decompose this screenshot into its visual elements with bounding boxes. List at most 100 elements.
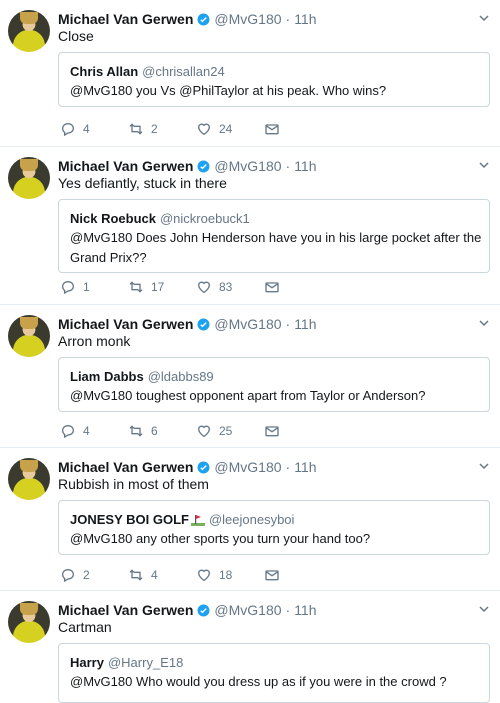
quoted-author-handle: @chrisallan24 xyxy=(142,64,225,79)
like-button[interactable]: 18 xyxy=(196,567,264,583)
tweet-text: Cartman xyxy=(58,619,112,635)
quoted-author-name: Liam Dabbs xyxy=(70,369,144,384)
direct-message-button[interactable] xyxy=(264,567,280,583)
like-button[interactable]: 24 xyxy=(196,121,264,137)
author-name[interactable]: Michael Van Gerwen xyxy=(58,602,193,618)
quoted-tweet[interactable]: Liam Dabbs @ldabbs89 @MvG180 toughest opp… xyxy=(58,357,490,412)
quoted-author-name: JONESY BOI GOLF xyxy=(70,512,189,527)
avatar[interactable] xyxy=(8,157,50,199)
like-icon xyxy=(197,425,211,438)
chevron-down-icon[interactable] xyxy=(478,317,490,329)
avatar[interactable] xyxy=(8,601,50,643)
like-icon xyxy=(197,123,211,136)
author-name[interactable]: Michael Van Gerwen xyxy=(58,158,193,174)
reply-button[interactable]: 2 xyxy=(60,567,128,583)
timestamp[interactable]: 11h xyxy=(294,158,316,174)
retweet-icon xyxy=(129,123,143,135)
reply-button[interactable]: 1 xyxy=(60,279,128,295)
direct-message-button[interactable] xyxy=(264,121,280,137)
quoted-tweet[interactable]: Nick Roebuck @nickroebuck1 @MvG180 Does J… xyxy=(58,199,490,273)
chevron-down-icon[interactable] xyxy=(478,12,490,24)
quoted-tweet-text: @MvG180 toughest opponent apart from Tay… xyxy=(70,388,426,403)
direct-message-button[interactable] xyxy=(264,279,280,295)
reply-icon xyxy=(61,280,75,295)
timestamp[interactable]: 11h xyxy=(294,316,316,332)
author-handle[interactable]: @MvG180 xyxy=(214,316,281,332)
retweet-count: 6 xyxy=(151,424,158,438)
verified-badge-icon xyxy=(197,160,210,172)
verified-badge-icon xyxy=(197,318,210,330)
reply-button[interactable]: 4 xyxy=(60,423,128,439)
avatar[interactable] xyxy=(8,315,50,357)
tweet-text: Yes defiantly, stuck in there xyxy=(58,175,227,191)
like-button[interactable]: 83 xyxy=(196,279,264,295)
reply-count: 4 xyxy=(83,424,90,438)
reply-icon xyxy=(61,122,75,137)
reply-count: 2 xyxy=(83,568,90,582)
author-name[interactable]: Michael Van Gerwen xyxy=(58,11,193,27)
like-count: 18 xyxy=(219,568,233,582)
separator-dot: · xyxy=(285,602,291,618)
timestamp[interactable]: 11h xyxy=(294,11,316,27)
reply-count: 1 xyxy=(83,280,90,294)
quoted-tweet[interactable]: Chris Allan @chrisallan24 @MvG180 you Vs … xyxy=(58,52,490,107)
author-handle[interactable]: @MvG180 xyxy=(214,158,281,174)
chevron-down-icon[interactable] xyxy=(478,603,490,615)
tweet-actions: 1 17 83 xyxy=(60,279,280,295)
retweet-count: 4 xyxy=(151,568,158,582)
quoted-tweet[interactable]: JONESY BOI GOLF @leejonesyboi @MvG180 any… xyxy=(58,500,490,555)
like-icon xyxy=(197,569,211,582)
quoted-tweet-text: @MvG180 Who would you dress up as if you… xyxy=(70,674,447,689)
retweet-icon xyxy=(129,569,143,581)
tweet[interactable]: Michael Van Gerwen @MvG180 · 11h Rubbish… xyxy=(0,448,500,591)
tweet[interactable]: Michael Van Gerwen @MvG180 · 11h Arron m… xyxy=(0,305,500,448)
author-name[interactable]: Michael Van Gerwen xyxy=(58,459,193,475)
tweet[interactable]: Michael Van Gerwen @MvG180 · 11h Cartman… xyxy=(0,591,500,703)
tweet-header: Michael Van Gerwen @MvG180 · 11h xyxy=(58,458,317,476)
chevron-down-icon[interactable] xyxy=(478,159,490,171)
quoted-author-handle: @Harry_E18 xyxy=(107,655,184,670)
quoted-author-name: Harry xyxy=(70,655,104,670)
tweet[interactable]: Michael Van Gerwen @MvG180 · 11h Yes def… xyxy=(0,147,500,305)
verified-badge-icon xyxy=(197,604,210,616)
like-count: 83 xyxy=(219,280,233,294)
tweet-header: Michael Van Gerwen @MvG180 · 11h xyxy=(58,315,317,333)
quoted-author-handle: @leejonesyboi xyxy=(208,512,295,527)
quoted-tweet[interactable]: Harry @Harry_E18 @MvG180 Who would you dr… xyxy=(58,643,490,703)
timestamp[interactable]: 11h xyxy=(294,602,316,618)
chevron-down-icon[interactable] xyxy=(478,460,490,472)
author-handle[interactable]: @MvG180 xyxy=(214,602,281,618)
tweet-actions: 4 6 25 xyxy=(60,423,280,439)
tweet-actions: 4 2 24 xyxy=(60,121,280,137)
retweet-button[interactable]: 6 xyxy=(128,423,196,439)
quoted-tweet-text: @MvG180 any other sports you turn your h… xyxy=(70,531,371,546)
tweet-text: Close xyxy=(58,28,94,44)
retweet-count: 2 xyxy=(151,122,158,136)
quoted-tweet-text: @MvG180 Does John Henderson have you in … xyxy=(70,230,482,265)
timestamp[interactable]: 11h xyxy=(294,459,316,475)
like-button[interactable]: 25 xyxy=(196,423,264,439)
separator-dot: · xyxy=(285,158,291,174)
quoted-tweet-text: @MvG180 you Vs @PhilTaylor at his peak. … xyxy=(70,83,387,98)
tweet-text: Rubbish in most of them xyxy=(58,476,209,492)
retweet-icon xyxy=(129,281,143,293)
separator-dot: · xyxy=(285,316,291,332)
avatar[interactable] xyxy=(8,458,50,500)
retweet-button[interactable]: 17 xyxy=(128,279,196,295)
tweet-text: Arron monk xyxy=(58,333,131,349)
retweet-button[interactable]: 2 xyxy=(128,121,196,137)
avatar[interactable] xyxy=(8,10,50,52)
tweet[interactable]: Michael Van Gerwen @MvG180 · 11h Close C… xyxy=(0,0,500,147)
reply-icon xyxy=(61,568,75,583)
direct-message-icon xyxy=(265,426,279,437)
reply-button[interactable]: 4 xyxy=(60,121,128,137)
author-name[interactable]: Michael Van Gerwen xyxy=(58,316,193,332)
direct-message-button[interactable] xyxy=(264,423,280,439)
quoted-author-name: Chris Allan xyxy=(70,64,139,79)
reply-count: 4 xyxy=(83,122,90,136)
reply-icon xyxy=(61,424,75,439)
retweet-button[interactable]: 4 xyxy=(128,567,196,583)
author-handle[interactable]: @MvG180 xyxy=(214,11,281,27)
author-handle[interactable]: @MvG180 xyxy=(214,459,281,475)
like-count: 25 xyxy=(219,424,233,438)
